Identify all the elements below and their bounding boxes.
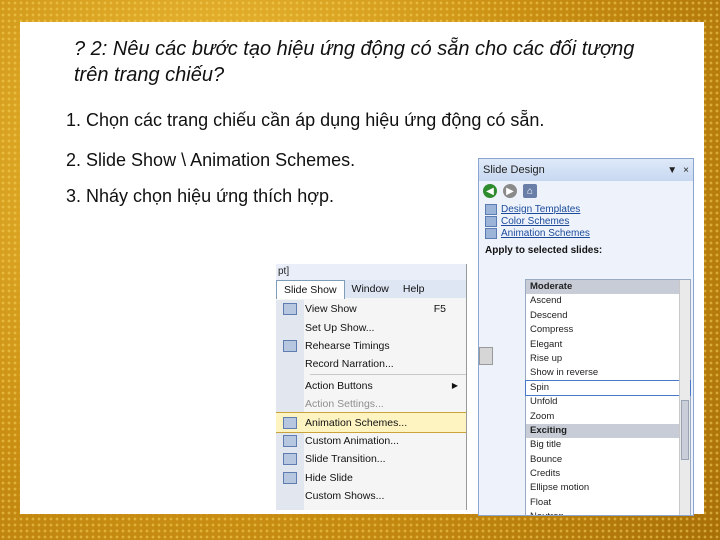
menu-item-label: Slide Transition... [305, 453, 386, 466]
link-animation-schemes[interactable]: Animation Schemes [485, 227, 687, 239]
apply-label: Apply to selected slides: [485, 245, 603, 256]
animation-schemes-icon [485, 227, 497, 239]
slide-design-pane: Slide Design ▼ × ◀ ▶ ⌂ Design Templates … [478, 158, 694, 516]
menu-item-hide-slide[interactable]: Hide Slide [276, 469, 466, 487]
menu-item-custom-animation[interactable]: Custom Animation... [276, 432, 466, 450]
menu-item-label: Action Settings... [305, 398, 384, 411]
blank-icon [283, 398, 297, 410]
menu-window[interactable]: Window [345, 280, 396, 298]
pane-header: Slide Design ▼ × [479, 159, 693, 181]
step-1: 1. Chọn các trang chiếu cần áp dụng hiệu… [66, 110, 545, 130]
scheme-item[interactable]: Float [526, 496, 690, 510]
menu-item-label: Custom Shows... [305, 490, 385, 503]
menu-item-set-up-show[interactable]: Set Up Show... [276, 318, 466, 336]
scheme-item[interactable]: Elegant [526, 338, 690, 352]
scroll-thumb[interactable] [681, 400, 689, 460]
scheme-item[interactable]: Compress [526, 323, 690, 337]
menu-item-custom-shows[interactable]: Custom Shows... [276, 487, 466, 505]
menu-dropdown: View Show F5 Set Up Show... Rehearse Timing… [276, 300, 466, 510]
animation-scheme-list[interactable]: Moderate Ascend Descend Compress Elegant Rise… [525, 279, 691, 515]
blank-icon [283, 380, 297, 392]
window-title-fragment: pt] [276, 264, 466, 280]
menu-bar: Slide Show Window Help [276, 279, 466, 299]
pane-splitter-handle[interactable] [479, 347, 493, 365]
scheme-item[interactable]: Unfold [526, 395, 690, 409]
design-templates-icon [485, 203, 497, 215]
animation-icon [283, 434, 297, 447]
scheme-item[interactable]: Descend [526, 309, 690, 323]
scheme-item[interactable]: Big title [526, 438, 690, 452]
menu-item-rehearse-timings[interactable]: Rehearse Timings [276, 337, 466, 355]
star-icon [283, 416, 297, 429]
pane-title: Slide Design [483, 164, 545, 176]
scheme-item[interactable]: Spin [525, 379, 691, 397]
projector-icon [283, 303, 297, 316]
menu-item-label: Hide Slide [305, 471, 353, 484]
link-color-schemes[interactable]: Color Schemes [485, 215, 687, 227]
question-title: ? 2: Nêu các bước tạo hiệu ứng động có s… [74, 38, 635, 86]
transition-icon [283, 453, 297, 466]
menu-item-label: Action Buttons [305, 379, 373, 392]
pane-close-icon[interactable]: × [683, 165, 689, 176]
blank-icon [283, 490, 297, 502]
scheme-item[interactable]: Neutron [526, 510, 690, 515]
forward-icon[interactable]: ▶ [503, 184, 517, 198]
menu-item-label: Animation Schemes... [305, 416, 408, 429]
link-design-templates[interactable]: Design Templates [485, 203, 687, 215]
menu-item-animation-schemes[interactable]: Animation Schemes... [276, 412, 466, 433]
pane-nav: ◀ ▶ ⌂ [479, 181, 693, 201]
menu-item-label: Set Up Show... [305, 321, 375, 334]
menu-item-label: View Show [305, 303, 357, 316]
slide-show-menu: pt] Slide Show Window Help View Show F5 Se… [276, 264, 467, 510]
hide-slide-icon [283, 471, 297, 484]
color-schemes-icon [485, 215, 497, 227]
scheme-item[interactable]: Credits [526, 467, 690, 481]
scheme-item[interactable]: Ascend [526, 294, 690, 308]
list-group-header: Moderate [526, 280, 690, 295]
scheme-item[interactable]: Rise up [526, 352, 690, 366]
back-icon[interactable]: ◀ [483, 184, 497, 198]
scheme-item[interactable]: Ellipse motion [526, 481, 690, 495]
menu-item-record-narration[interactable]: Record Narration... [276, 355, 466, 373]
menu-item-action-settings[interactable]: Action Settings... [276, 395, 466, 413]
clock-icon [283, 339, 297, 352]
step-2: 2. Slide Show \ Animation Schemes. [66, 150, 356, 170]
menu-item-label: Custom Animation... [305, 434, 399, 447]
list-group-header: Exciting [526, 423, 690, 439]
slide-canvas: ? 2: Nêu các bước tạo hiệu ứng động có s… [20, 22, 704, 516]
scheme-item[interactable]: Bounce [526, 453, 690, 467]
menu-item-label: Rehearse Timings [305, 339, 390, 352]
menu-item-label: Record Narration... [305, 358, 394, 371]
step-3: 3. Nháy chọn hiệu ứng thích hợp. [66, 186, 335, 206]
shortcut-label: F5 [433, 303, 446, 316]
menu-item-view-show[interactable]: View Show F5 [276, 300, 466, 318]
menu-help[interactable]: Help [396, 280, 432, 298]
scheme-item[interactable]: Show in reverse [526, 366, 690, 380]
list-scrollbar[interactable] [679, 280, 690, 515]
home-icon[interactable]: ⌂ [523, 184, 537, 198]
scheme-item[interactable]: Zoom [526, 410, 690, 424]
menu-slide-show[interactable]: Slide Show [276, 279, 345, 299]
blank-icon [283, 322, 297, 334]
menu-item-slide-transition[interactable]: Slide Transition... [276, 450, 466, 468]
menu-item-action-buttons[interactable]: Action Buttons ▶ [276, 377, 466, 395]
pane-dropdown-icon[interactable]: ▼ [667, 165, 677, 176]
blank-icon [283, 358, 297, 370]
submenu-arrow-icon: ▶ [451, 381, 458, 391]
